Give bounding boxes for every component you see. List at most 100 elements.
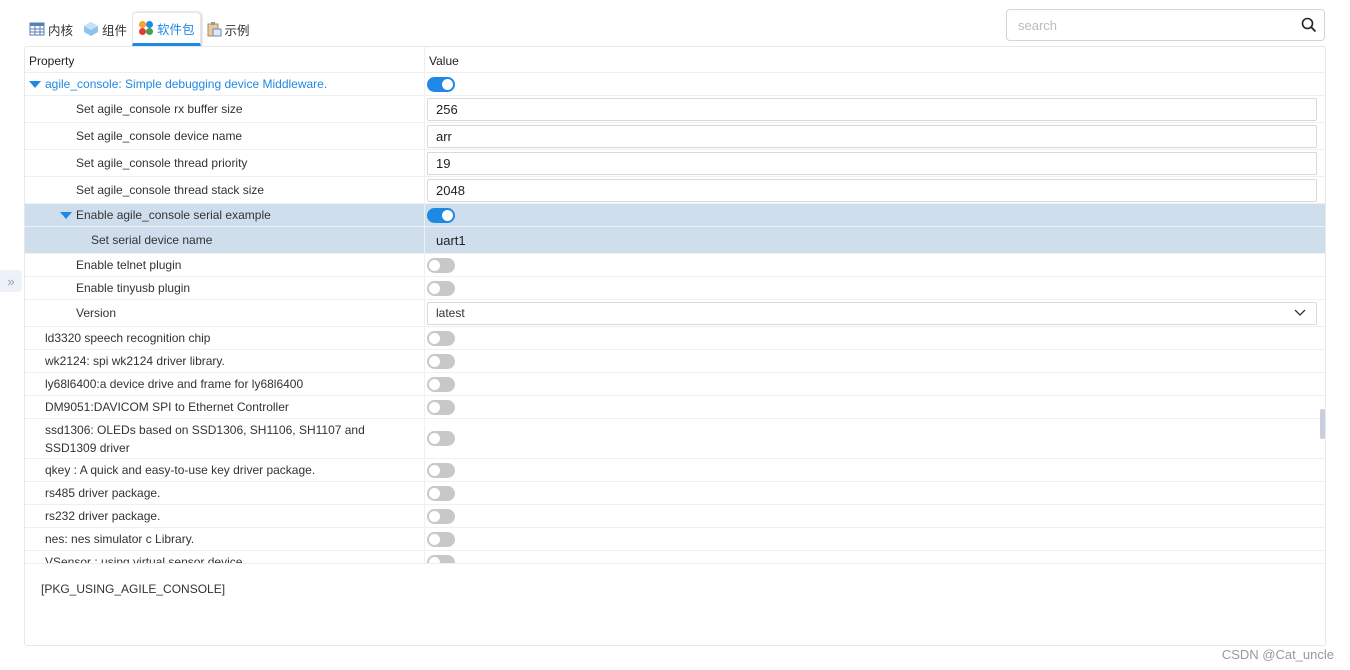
toggle-switch[interactable] [427, 554, 455, 563]
toggle-switch[interactable] [427, 207, 455, 223]
tab-label: 内核 [48, 23, 74, 38]
property-label: ld3320 speech recognition chip [45, 331, 211, 345]
property-label: Version [76, 306, 117, 320]
toggle-switch[interactable] [427, 531, 455, 547]
tab-2[interactable]: 软件包 [132, 12, 201, 46]
property-row[interactable]: DM9051:DAVICOM SPI to Ethernet Controlle… [25, 396, 1325, 419]
property-label: Enable tinyusb plugin [76, 281, 191, 295]
search-box [1006, 9, 1325, 41]
value-input[interactable] [427, 228, 1317, 252]
property-label: ssd1306: OLEDs based on SSD1306, SH1106,… [45, 422, 365, 455]
toggle-switch[interactable] [427, 330, 455, 346]
property-name: Enable tinyusb plugin [25, 277, 425, 299]
property-value [425, 254, 1325, 276]
property-value [425, 277, 1325, 299]
property-row[interactable]: qkey : A quick and easy-to-use key drive… [25, 459, 1325, 482]
property-row[interactable]: ld3320 speech recognition chip [25, 327, 1325, 350]
value-input[interactable] [427, 178, 1317, 202]
version-select[interactable]: latest [427, 301, 1317, 325]
search-icon[interactable] [1294, 17, 1324, 33]
toggle-switch[interactable] [427, 399, 455, 415]
property-value [425, 96, 1325, 122]
property-row[interactable]: Set agile_console thread priority [25, 150, 1325, 177]
property-row[interactable]: Enable telnet plugin [25, 254, 1325, 277]
description-panel: [PKG_USING_AGILE_CONSOLE] [25, 563, 1325, 645]
grid-header: Property Value [25, 47, 1325, 73]
property-row[interactable]: ly68l6400:a device drive and frame for l… [25, 373, 1325, 396]
toggle-switch[interactable] [427, 462, 455, 478]
toggle-switch[interactable] [427, 485, 455, 501]
property-row[interactable]: Version latest [25, 300, 1325, 327]
property-row[interactable]: rs485 driver package. [25, 482, 1325, 505]
toggle-switch[interactable] [427, 76, 455, 92]
property-column-header: Property [25, 47, 425, 72]
property-row[interactable]: Enable tinyusb plugin [25, 277, 1325, 300]
property-row[interactable]: ssd1306: OLEDs based on SSD1306, SH1106,… [25, 419, 1325, 459]
property-value [425, 227, 1325, 253]
property-value [425, 350, 1325, 372]
packages-icon [138, 20, 154, 36]
property-value [425, 204, 1325, 226]
toggle-switch[interactable] [427, 280, 455, 296]
property-label: DM9051:DAVICOM SPI to Ethernet Controlle… [45, 400, 289, 414]
property-name: nes: nes simulator c Library. [25, 528, 425, 550]
clipboard-icon [206, 21, 222, 37]
tab-label: 示例 [224, 23, 250, 38]
property-value [425, 327, 1325, 349]
property-value [425, 123, 1325, 149]
property-row[interactable]: Set agile_console rx buffer size [25, 96, 1325, 123]
property-row[interactable]: rs232 driver package. [25, 505, 1325, 528]
toggle-switch[interactable] [427, 376, 455, 392]
value-column-header: Value [429, 54, 459, 68]
property-row[interactable]: nes: nes simulator c Library. [25, 528, 1325, 551]
property-row[interactable]: Enable agile_console serial example [25, 204, 1325, 227]
watermark: CSDN @Cat_uncle [1221, 647, 1334, 662]
property-row[interactable]: agile_console: Simple debugging device M… [25, 73, 1325, 96]
property-row[interactable]: Set serial device name [25, 227, 1325, 254]
caret-down-icon[interactable] [60, 211, 72, 219]
property-name: ssd1306: OLEDs based on SSD1306, SH1106,… [25, 419, 425, 458]
property-name: Set agile_console rx buffer size [25, 96, 425, 122]
select-value: latest [436, 306, 465, 320]
property-value [425, 150, 1325, 176]
property-name: rs232 driver package. [25, 505, 425, 527]
tab-label: 软件包 [157, 22, 195, 37]
toggle-switch[interactable] [427, 353, 455, 369]
property-row[interactable]: VSensor : using virtual sensor device [25, 551, 1325, 563]
search-input[interactable] [1007, 17, 1294, 33]
property-name: qkey : A quick and easy-to-use key drive… [25, 459, 425, 481]
tab-1[interactable]: 组件 [78, 12, 132, 46]
property-label: wk2124: spi wk2124 driver library. [45, 354, 225, 368]
property-grid: Property Value agile_console: Simple deb… [24, 46, 1326, 646]
scrollbar-thumb[interactable] [1320, 409, 1325, 439]
property-name: Set agile_console device name [25, 123, 425, 149]
property-label: qkey : A quick and easy-to-use key drive… [45, 463, 316, 477]
property-value [425, 177, 1325, 203]
toggle-switch[interactable] [427, 257, 455, 273]
property-row[interactable]: Set agile_console thread stack size [25, 177, 1325, 204]
tab-3[interactable]: 示例 [201, 12, 255, 46]
chevron-down-icon [1294, 309, 1306, 316]
property-name: Set agile_console thread stack size [25, 177, 425, 203]
property-label: agile_console: Simple debugging device M… [45, 77, 328, 91]
property-label: Set agile_console rx buffer size [76, 102, 243, 116]
table-icon [29, 21, 45, 37]
property-row[interactable]: wk2124: spi wk2124 driver library. [25, 350, 1325, 373]
toggle-switch[interactable] [427, 508, 455, 524]
property-value [425, 551, 1325, 563]
property-value [425, 73, 1325, 95]
value-input[interactable] [427, 97, 1317, 121]
value-input[interactable] [427, 151, 1317, 175]
property-label: VSensor : using virtual sensor device [45, 555, 243, 563]
expand-sidebar-button[interactable]: » [0, 270, 22, 292]
property-value: latest [425, 300, 1325, 326]
toggle-switch[interactable] [427, 431, 455, 446]
property-label: rs232 driver package. [45, 509, 161, 523]
tab-label: 组件 [102, 23, 128, 38]
property-label: ly68l6400:a device drive and frame for l… [45, 377, 304, 391]
property-label: Enable telnet plugin [76, 258, 182, 272]
property-row[interactable]: Set agile_console device name [25, 123, 1325, 150]
value-input[interactable] [427, 124, 1317, 148]
caret-down-icon[interactable] [29, 80, 41, 88]
tab-0[interactable]: 内核 [24, 12, 78, 46]
